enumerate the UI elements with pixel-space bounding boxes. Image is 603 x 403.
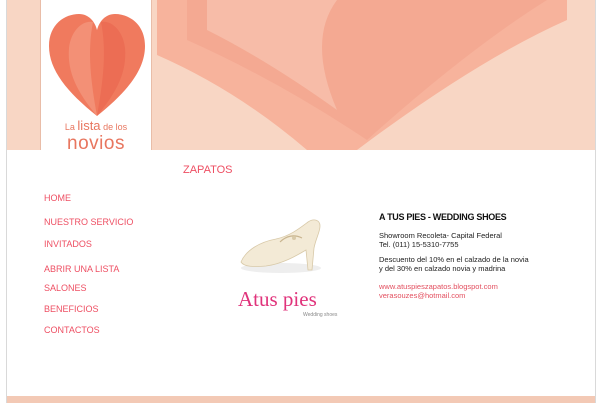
brand-name: Atus pies	[238, 287, 317, 311]
address-line-1: Showroom Recoleta- Capital Federal	[379, 231, 502, 240]
nav-item-home[interactable]: HOME	[44, 193, 71, 203]
site-logo[interactable]: La lista de los novios	[40, 0, 152, 150]
section-title: ZAPATOS	[183, 164, 233, 176]
nav-item-nuestro-servicio[interactable]: NUESTRO SERVICIO	[44, 217, 133, 227]
footer-bar	[7, 396, 595, 403]
nav-item-salones[interactable]: SALONES	[44, 283, 87, 293]
header-banner: La lista de los novios	[7, 0, 595, 150]
logo-prefix: La	[64, 122, 75, 132]
blog-link[interactable]: www.atuspieszapatos.blogspot.com	[379, 282, 529, 291]
brand-subtitle: Wedding shoes	[303, 312, 338, 318]
shoe-image	[240, 219, 321, 273]
product-info: A TUS PIES - WEDDING SHOES Showroom Reco…	[379, 212, 529, 300]
nav-item-abrir-una-lista[interactable]: ABRIR UNA LISTA	[44, 264, 119, 274]
address-line-2: Tel. (011) 15-5310-7755	[379, 240, 459, 249]
page-frame: La lista de los novios ZAPATOS HOME NUES…	[6, 0, 596, 403]
logo-tagline: La lista de los	[41, 118, 151, 133]
logo-suffix: de los	[103, 122, 128, 132]
heart-logo-icon	[49, 14, 145, 116]
logo-title: novios	[67, 133, 125, 150]
nav-item-beneficios[interactable]: BENEFICIOS	[44, 304, 99, 314]
product-title: A TUS PIES - WEDDING SHOES	[379, 212, 507, 222]
nav-item-invitados[interactable]: INVITADOS	[44, 239, 92, 249]
brand-logo: Atus pies Wedding shoes	[238, 287, 353, 323]
discount-text: Descuento del 10% en el calzado de la no…	[379, 255, 529, 273]
email-link[interactable]: verasouzes@hotmail.com	[379, 291, 529, 300]
logo-word: lista	[77, 118, 101, 133]
nav-item-contactos[interactable]: CONTACTOS	[44, 325, 100, 335]
